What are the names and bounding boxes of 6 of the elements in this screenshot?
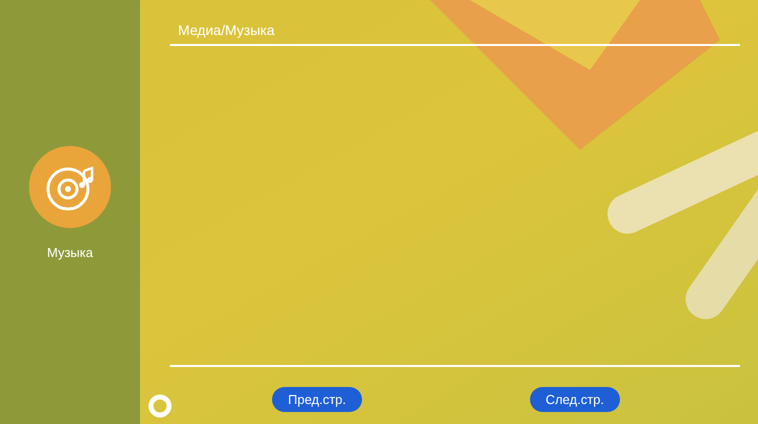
page-button[interactable]: Пред.стр. (272, 386, 362, 412)
ring-decoration (148, 394, 172, 418)
page-button[interactable]: След.стр. (530, 386, 620, 412)
music-disc-icon (28, 145, 112, 229)
breadcrumb: Медиа/Музыка (170, 0, 740, 46)
sidebar-item[interactable]: Музыка (28, 145, 112, 262)
